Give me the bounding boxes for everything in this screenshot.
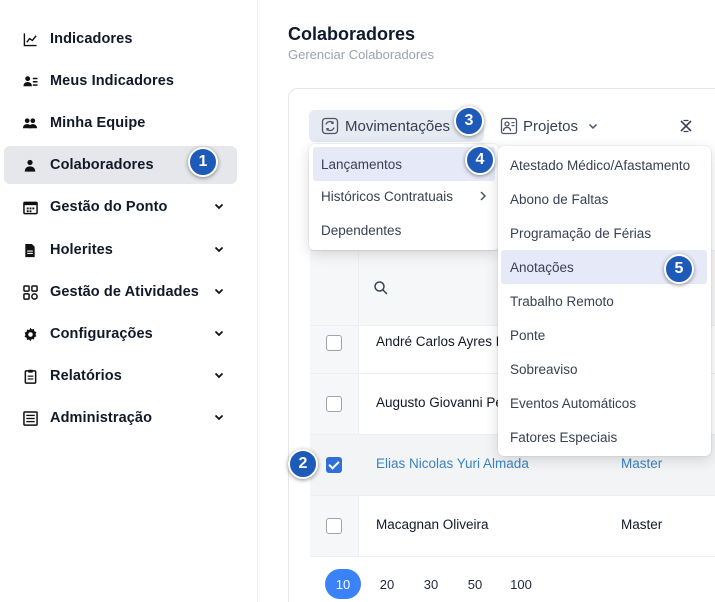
sidebar-item-label: Minha Equipe — [50, 115, 146, 131]
collaborator-name[interactable]: Elias Nicolas Yuri Almada — [376, 456, 529, 471]
menu-item-trabalho-remoto[interactable]: Trabalho Remoto — [498, 284, 711, 318]
page-subtitle: Gerenciar Colaboradores — [288, 47, 434, 62]
sidebar-item-holerites[interactable]: Holerites — [4, 231, 237, 269]
menu-item-atestado[interactable]: Atestado Médico/Afastamento — [498, 148, 711, 182]
user-list-icon — [22, 73, 38, 89]
sidebar-item-label: Indicadores — [50, 31, 133, 47]
sidebar-item-gestao-do-ponto[interactable]: Gestão do Ponto — [4, 188, 237, 226]
row-checkbox[interactable] — [326, 335, 342, 351]
lancamentos-submenu: Atestado Médico/Afastamento Abono de Fal… — [498, 146, 711, 456]
sidebar: Indicadores Meus Indicadores Minha Equip… — [0, 0, 258, 602]
sidebar-item-label: Configurações — [50, 326, 153, 342]
chevron-down-icon — [214, 330, 224, 337]
menu-item-historicos-contratuais[interactable]: Históricos Contratuais — [309, 179, 499, 213]
step-badge-2: 2 — [288, 449, 318, 479]
menu-item-eventos-automaticos[interactable]: Eventos Automáticos — [498, 386, 711, 420]
menu-item-fatores-especiais[interactable]: Fatores Especiais — [498, 420, 711, 454]
calendar-icon — [22, 199, 38, 215]
sidebar-item-label: Meus Indicadores — [50, 73, 175, 89]
menu-item-ponte[interactable]: Ponte — [498, 318, 711, 352]
user-icon — [22, 157, 38, 173]
chevron-down-icon — [214, 414, 224, 421]
sidebar-item-administracao[interactable]: Administração — [4, 399, 237, 437]
chevron-down-icon — [214, 288, 224, 295]
chevron-right-icon — [480, 191, 487, 201]
movimentacoes-label: Movimentações — [345, 117, 451, 135]
projetos-label: Projetos — [523, 117, 579, 135]
menu-item-sobreaviso[interactable]: Sobreaviso — [498, 352, 711, 386]
sidebar-item-configuracoes[interactable]: Configurações — [4, 315, 237, 353]
sidebar-item-meus-indicadores[interactable]: Meus Indicadores — [4, 62, 237, 100]
users-icon — [22, 115, 38, 131]
chart-line-icon — [22, 31, 38, 47]
sidebar-item-minha-equipe[interactable]: Minha Equipe — [4, 104, 237, 142]
clipboard-icon — [22, 368, 38, 384]
movimentacoes-icon — [321, 117, 339, 135]
sidebar-item-label: Relatórios — [50, 368, 122, 384]
chevron-down-icon — [214, 372, 224, 379]
sidebar-item-label: Holerites — [50, 242, 113, 258]
table-row[interactable]: Macagnan Oliveira Master — [310, 496, 715, 557]
page-size-30[interactable]: 30 — [413, 569, 449, 599]
chevron-down-icon — [589, 123, 598, 130]
menu-item-programacao-de-ferias[interactable]: Programação de Férias — [498, 216, 711, 250]
document-icon — [22, 242, 38, 258]
sidebar-item-gestao-de-atividades[interactable]: Gestão de Atividades — [4, 273, 237, 311]
sidebar-item-relatorios[interactable]: Relatórios — [4, 357, 237, 395]
menu-item-dependentes[interactable]: Dependentes — [309, 213, 499, 247]
gear-icon — [22, 326, 38, 342]
collaborator-name[interactable]: André Carlos Ayres R — [376, 334, 506, 349]
step-badge-3: 3 — [454, 106, 484, 136]
grid-icon — [22, 284, 38, 300]
page-size-100[interactable]: 100 — [503, 569, 539, 599]
sidebar-item-label: Gestão do Ponto — [50, 199, 168, 215]
step-badge-4: 4 — [465, 145, 495, 175]
admin-list-icon — [22, 410, 38, 426]
page-size-50[interactable]: 50 — [457, 569, 493, 599]
projetos-button[interactable]: Projetos — [498, 110, 599, 142]
page-size-10[interactable]: 10 — [325, 569, 361, 599]
sidebar-item-indicadores[interactable]: Indicadores — [4, 20, 237, 58]
page-size-20[interactable]: 20 — [369, 569, 405, 599]
clear-filters-icon[interactable] — [679, 119, 693, 133]
page-title: Colaboradores — [288, 24, 416, 44]
sidebar-item-label: Gestão de Atividades — [50, 284, 199, 300]
step-badge-1: 1 — [188, 147, 218, 177]
sidebar-item-label: Administração — [50, 410, 153, 426]
collaborator-name[interactable]: Macagnan Oliveira — [376, 517, 489, 532]
sidebar-item-label: Colaboradores — [50, 157, 154, 173]
search-icon[interactable] — [373, 280, 389, 296]
chevron-down-icon — [214, 203, 224, 210]
row-checkbox[interactable] — [326, 518, 342, 534]
row-checkbox[interactable] — [326, 457, 342, 473]
menu-item-abono-de-faltas[interactable]: Abono de Faltas — [498, 182, 711, 216]
step-badge-5: 5 — [664, 254, 694, 284]
chevron-down-icon — [214, 246, 224, 253]
collaborator-name[interactable]: Augusto Giovanni Pe — [376, 395, 503, 410]
collaborator-role: Master — [621, 456, 663, 471]
row-checkbox[interactable] — [326, 396, 342, 412]
menu-item-label: Históricos Contratuais — [321, 188, 454, 204]
projetos-icon — [500, 117, 518, 135]
collaborator-role: Master — [621, 517, 663, 532]
